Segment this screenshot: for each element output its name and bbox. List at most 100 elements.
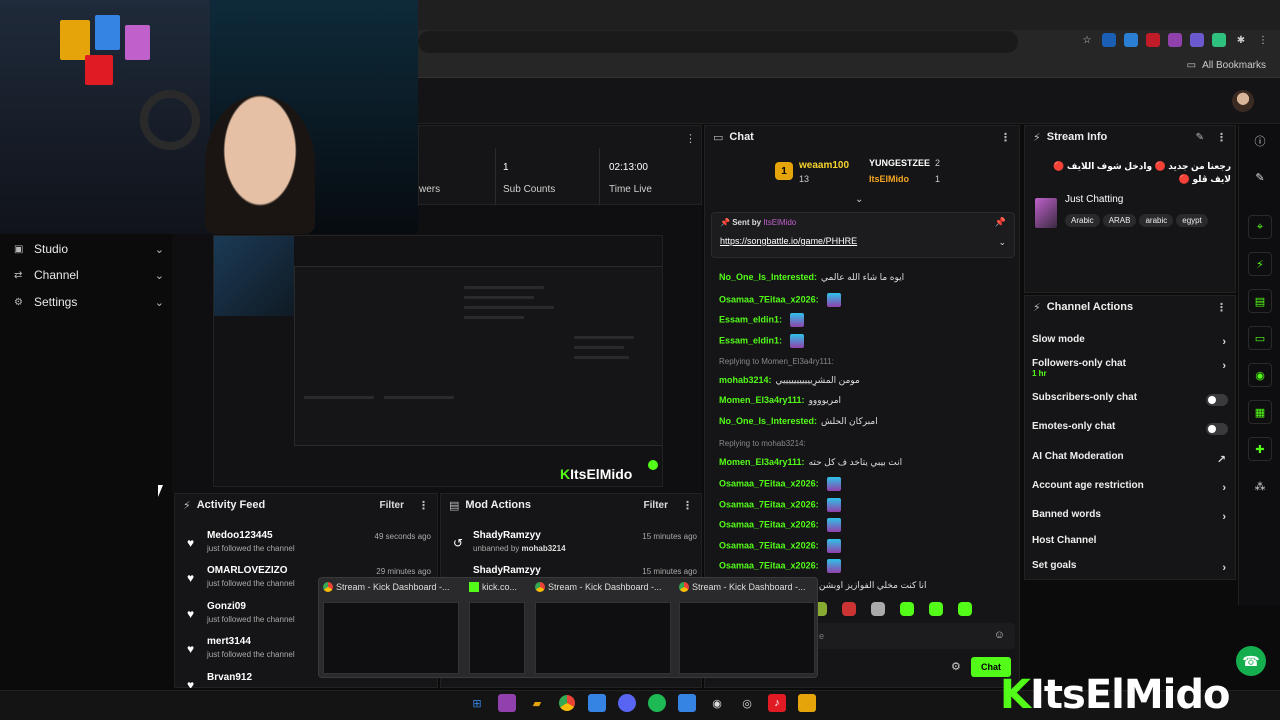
edit-icon[interactable]: ✎: [1196, 132, 1204, 143]
star-icon[interactable]: ☆: [1080, 33, 1094, 47]
edit-icon[interactable]: ✎: [1248, 165, 1272, 189]
menu-icon[interactable]: ⋮: [1256, 33, 1270, 47]
chat-username[interactable]: Essam_eldin1:: [719, 335, 782, 345]
time-live-label: Time Live: [609, 184, 652, 195]
extension-icon[interactable]: [1168, 33, 1182, 47]
chat-username[interactable]: Osamaa_7Eitaa_x2026:: [719, 540, 819, 550]
chat-username[interactable]: Osamaa_7Eitaa_x2026:: [719, 478, 819, 488]
store-icon[interactable]: [588, 694, 606, 712]
windows-start-icon[interactable]: ⊞: [468, 694, 486, 712]
followers-only-row[interactable]: Followers-only chat 1 hr ›: [1032, 358, 1230, 384]
account-age-row[interactable]: Account age restriction ›: [1032, 480, 1230, 500]
slow-mode-row[interactable]: Slow mode ›: [1032, 334, 1230, 354]
chat-username[interactable]: Osamaa_7Eitaa_x2026:: [719, 519, 819, 529]
subscribers-only-row[interactable]: Subscribers-only chat: [1032, 392, 1230, 412]
stream-stats: ⋮ wers 1 Sub Counts 02:13:00 Time Live: [418, 125, 702, 206]
window-preview[interactable]: Stream - Kick Dashboard -...: [679, 582, 815, 674]
feed-event: just followed the channel: [207, 579, 295, 588]
emotes-only-toggle[interactable]: [1206, 423, 1228, 435]
emoji-icon[interactable]: ☺: [994, 629, 1005, 641]
puzzle-icon[interactable]: ✱: [1234, 33, 1248, 47]
broadcast-icon[interactable]: ◉: [1248, 363, 1272, 387]
chat-username[interactable]: No_One_Is_Interested:: [719, 272, 817, 282]
discord-icon[interactable]: [618, 694, 636, 712]
sidebar-item-studio[interactable]: ▣ Studio ⌄: [14, 238, 164, 260]
kebab-icon[interactable]: ⋮: [685, 132, 696, 145]
chrome-icon[interactable]: [558, 694, 576, 712]
browser-extensions: ☆ ✱ ⋮: [1080, 33, 1270, 47]
extension-icon[interactable]: [1124, 33, 1138, 47]
extension-icon[interactable]: [1212, 33, 1226, 47]
subscribers-only-toggle[interactable]: [1206, 394, 1228, 406]
extension-icon[interactable]: [1190, 33, 1204, 47]
filter-button[interactable]: Filter: [644, 500, 668, 511]
chat-username[interactable]: Momen_El3a4ry111:: [719, 457, 805, 467]
kebab-icon[interactable]: ⋮: [1216, 131, 1227, 144]
wrench-icon[interactable]: ✚: [1248, 437, 1272, 461]
info-icon[interactable]: ⓘ: [1248, 129, 1272, 153]
chat-icon[interactable]: ▭: [1248, 326, 1272, 350]
chat-username[interactable]: Osamaa_7Eitaa_x2026:: [719, 560, 819, 570]
chevron-down-icon[interactable]: ⌄: [998, 237, 1006, 248]
channel-icon: ⇄: [14, 269, 23, 281]
gear-icon[interactable]: ⚙: [951, 660, 961, 673]
viewers-label: wers: [419, 184, 441, 195]
layers-icon[interactable]: ▦: [1248, 400, 1272, 424]
banned-words-row[interactable]: Banned words ›: [1032, 509, 1230, 529]
emote-icon[interactable]: [842, 602, 856, 616]
emote-icon[interactable]: [929, 602, 943, 616]
chat-username[interactable]: Osamaa_7Eitaa_x2026:: [719, 294, 819, 304]
pinned-message[interactable]: 📌 Sent by ItsElMido https://songbattle.i…: [711, 212, 1015, 258]
spotify-icon[interactable]: [648, 694, 666, 712]
folder-icon[interactable]: ▰: [528, 694, 546, 712]
steam-icon[interactable]: ◎: [738, 694, 756, 712]
set-goals-row[interactable]: Set goals ›: [1032, 560, 1230, 580]
obs-icon[interactable]: ◉: [708, 694, 726, 712]
kebab-icon[interactable]: ⋮: [418, 499, 429, 512]
window-preview[interactable]: Stream - Kick Dashboard -...: [535, 582, 671, 674]
sidebar-item-channel[interactable]: ⇄ Channel ⌄: [14, 264, 164, 286]
extension-icon[interactable]: [1102, 33, 1116, 47]
expand-icon[interactable]: ⌄: [855, 194, 863, 205]
emote-icon: [826, 292, 841, 307]
host-channel-row[interactable]: Host Channel: [1032, 535, 1230, 555]
emote-icon[interactable]: [958, 602, 972, 616]
shapes-icon[interactable]: ⁂: [1248, 474, 1272, 498]
window-preview[interactable]: kick.co...: [469, 582, 525, 674]
kebab-icon[interactable]: ⋮: [1000, 131, 1011, 144]
kebab-icon[interactable]: ⋮: [682, 499, 693, 512]
pin-icon[interactable]: 📌: [995, 217, 1006, 228]
app-icon[interactable]: [798, 694, 816, 712]
shield-icon[interactable]: [678, 694, 696, 712]
kebab-icon[interactable]: ⋮: [1216, 301, 1227, 314]
filter-button[interactable]: Filter: [380, 500, 404, 511]
help-icon[interactable]: ☎: [1236, 646, 1266, 676]
tiktok-icon[interactable]: ♪: [768, 694, 786, 712]
copilot-icon[interactable]: [498, 694, 516, 712]
heart-icon: ♥: [187, 678, 195, 688]
pinned-link[interactable]: https://songbattle.io/game/PHHRE: [720, 236, 857, 246]
chat-username[interactable]: mohab3214:: [719, 375, 772, 385]
live-indicator: [648, 460, 658, 470]
user-avatar[interactable]: [1232, 90, 1254, 112]
emote-icon[interactable]: [871, 602, 885, 616]
reply-context: Replying to Momen_El3a4ry111:: [719, 357, 834, 366]
window-preview[interactable]: Stream - Kick Dashboard -...: [323, 582, 459, 674]
chat-username[interactable]: No_One_Is_Interested:: [719, 416, 817, 426]
chat-username[interactable]: Momen_El3a4ry111:: [719, 395, 805, 405]
chat-username[interactable]: Osamaa_7Eitaa_x2026:: [719, 499, 819, 509]
mod-target: ShadyRamzyy: [473, 530, 541, 541]
address-bar[interactable]: [418, 31, 1018, 53]
ai-moderation-row[interactable]: AI Chat Moderation ↗: [1032, 451, 1230, 471]
chat-username[interactable]: Essam_eldin1:: [719, 314, 782, 324]
bolt-icon[interactable]: ⚡: [1248, 252, 1272, 276]
document-icon[interactable]: ▤: [1248, 289, 1272, 313]
target-icon[interactable]: ⌖: [1248, 215, 1272, 239]
sidebar-item-settings[interactable]: ⚙ Settings ⌄: [14, 291, 164, 313]
leader-name: weaam100: [799, 160, 850, 171]
preview-watermark: KItsElMido: [560, 466, 633, 482]
emotes-only-row[interactable]: Emotes-only chat: [1032, 421, 1230, 441]
all-bookmarks[interactable]: ▭ All Bookmarks: [1187, 60, 1266, 71]
emote-icon[interactable]: [900, 602, 914, 616]
extension-icon[interactable]: [1146, 33, 1160, 47]
